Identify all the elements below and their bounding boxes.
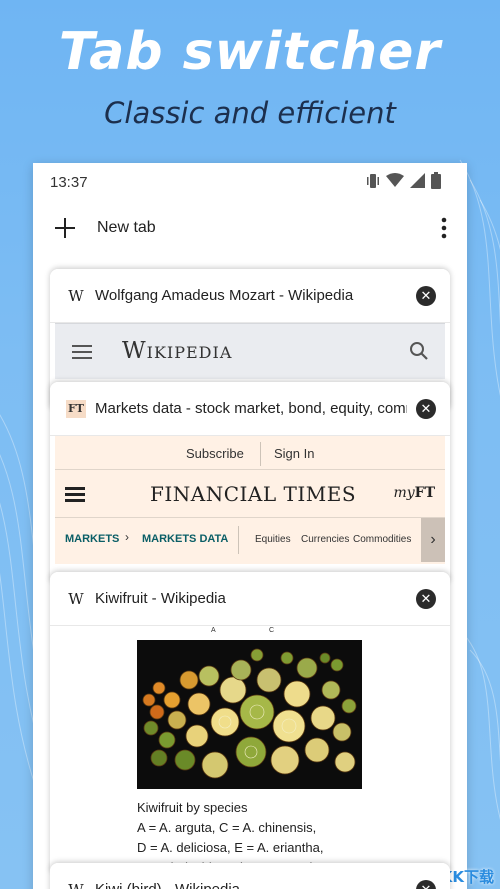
wikipedia-header-preview: Wikipedia [55, 323, 445, 379]
tab-header: W Kiwi (bird) - Wikipedia ✕ [50, 863, 450, 889]
breadcrumb-markets-data: MARKETS DATA [142, 533, 229, 545]
phone-screen: 13:37 New tab W Wolfgang Amadeus Mozart … [33, 163, 467, 889]
ft-favicon-icon: FT [66, 400, 86, 418]
tab-card-kiwi-bird[interactable]: W Kiwi (bird) - Wikipedia ✕ [50, 863, 450, 889]
close-tab-button[interactable]: ✕ [416, 286, 436, 306]
chevron-right-icon: › [421, 518, 445, 562]
nav-link-commodities: Commodities [353, 534, 412, 545]
image-caption-line: D = A. deliciosa, E = A. eriantha, [137, 840, 324, 855]
chevron-right-icon: › [125, 530, 129, 544]
image-caption-line: A = A. arguta, C = A. chinensis, [137, 820, 317, 835]
tab-title: Kiwifruit - Wikipedia [95, 590, 226, 607]
subscribe-link: Subscribe [186, 446, 244, 461]
nav-link-currencies: Currencies [301, 534, 350, 545]
close-tab-button[interactable]: ✕ [416, 589, 436, 609]
wikipedia-favicon-icon: W [68, 287, 84, 305]
tab-card-ft[interactable]: FT Markets data - stock market, bond, eq… [50, 382, 450, 582]
tab-header: W Wolfgang Amadeus Mozart - Wikipedia ✕ [50, 269, 450, 323]
breadcrumb-markets: MARKETS [65, 533, 120, 545]
ft-masthead: FINANCIAL TIMES myFT [55, 470, 445, 518]
close-tab-button[interactable]: ✕ [416, 399, 436, 419]
wikipedia-logo: Wikipedia [122, 338, 233, 364]
image-label: A [211, 627, 216, 634]
tab-title: Wolfgang Amadeus Mozart - Wikipedia [95, 287, 354, 304]
kiwifruit-species-photo [137, 640, 362, 789]
battery-icon [431, 172, 441, 189]
close-tab-button[interactable]: ✕ [416, 880, 436, 889]
status-icons [366, 172, 441, 189]
divider [260, 442, 261, 466]
tab-title: Markets data - stock market, bond, equit… [95, 400, 407, 417]
more-vert-icon[interactable] [439, 216, 449, 240]
image-caption-title: Kiwifruit by species [137, 800, 248, 815]
ft-breadcrumb-nav: MARKETS › MARKETS DATA Equities Currenci… [55, 518, 445, 562]
kiwifruit-page-preview: A C Kiwifruit by species A = A. arguta, … [55, 626, 445, 872]
hamburger-icon [65, 487, 85, 502]
wifi-icon [386, 173, 404, 187]
wikipedia-favicon-icon: W [68, 590, 84, 608]
myft-link: myFT [393, 485, 435, 501]
ft-page-preview: Subscribe Sign In FINANCIAL TIMES myFT M… [55, 436, 445, 564]
tab-toolbar: New tab [33, 207, 467, 251]
image-label: C [269, 627, 275, 634]
vibrate-icon [367, 173, 379, 188]
new-tab-button[interactable]: New tab [97, 219, 156, 237]
tab-card-kiwifruit[interactable]: W Kiwifruit - Wikipedia ✕ A C Kiwifruit … [50, 572, 450, 872]
hamburger-icon [72, 345, 92, 359]
image-top-labels: A C [137, 626, 362, 640]
ft-subscribe-bar: Subscribe Sign In [55, 436, 445, 470]
signal-icon [410, 173, 425, 188]
promo-title: Tab switcher [58, 22, 442, 82]
status-bar: 13:37 [33, 163, 467, 203]
tab-header: W Kiwifruit - Wikipedia ✕ [50, 572, 450, 626]
ft-logo: FINANCIAL TIMES [150, 482, 357, 506]
sign-in-link: Sign In [274, 446, 315, 461]
divider [238, 526, 239, 554]
tab-title: Kiwi (bird) - Wikipedia [95, 881, 407, 889]
tab-header: FT Markets data - stock market, bond, eq… [50, 382, 450, 436]
plus-icon[interactable] [52, 215, 78, 241]
nav-link-equities: Equities [255, 534, 291, 545]
wikipedia-favicon-icon: W [66, 880, 86, 889]
search-icon [410, 342, 428, 360]
promo-subtitle: Classic and efficient [104, 96, 396, 130]
status-time: 13:37 [50, 174, 88, 191]
